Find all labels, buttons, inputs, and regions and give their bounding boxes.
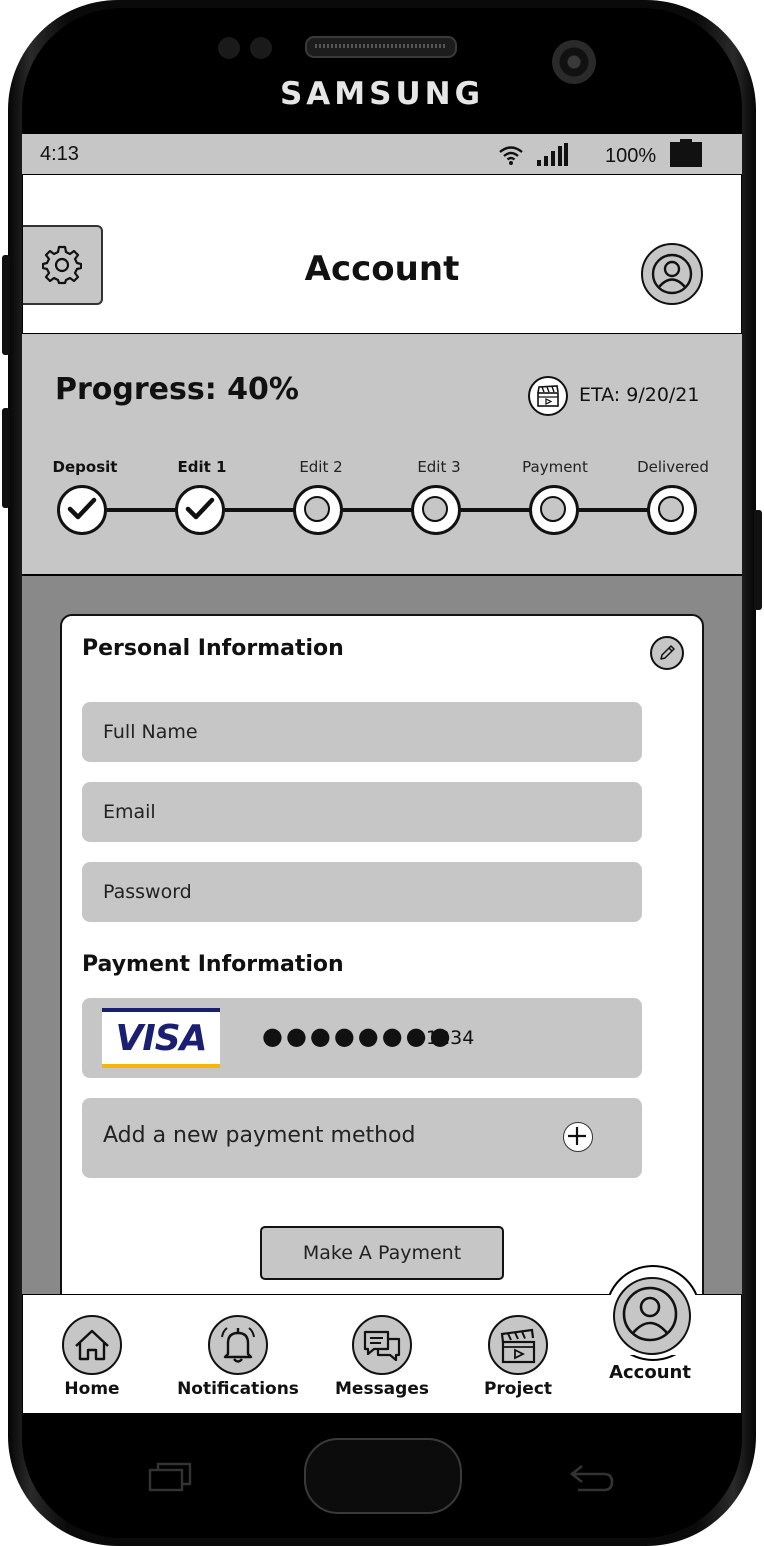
brand-logo: SAMSUNG [279, 76, 485, 112]
signal-icon [537, 143, 568, 166]
masked-card-number: ●●●●●●●● [262, 1022, 454, 1050]
step-dot [304, 496, 330, 522]
step-connector [461, 508, 533, 512]
step-dot [540, 496, 566, 522]
step-delivered-pending [647, 485, 697, 535]
nav-account[interactable] [613, 1277, 691, 1355]
nav-home[interactable]: Home [32, 1295, 152, 1413]
step-payment-pending [529, 485, 579, 535]
step-label-edit-3: Edit 3 [417, 458, 461, 476]
step-deposit-complete [57, 485, 107, 535]
home-key[interactable] [304, 1438, 462, 1514]
account-card: Personal Information Full Name Email Pas… [60, 614, 704, 1338]
step-connector [343, 508, 415, 512]
step-label-edit-2: Edit 2 [299, 458, 343, 476]
user-icon [622, 1286, 678, 1342]
eta-text: ETA: 9/20/21 [579, 384, 700, 406]
check-icon [185, 497, 215, 520]
visa-logo: VISA [102, 1008, 220, 1068]
step-connector [579, 508, 651, 512]
earpiece-speaker [305, 36, 457, 58]
power-button [754, 510, 762, 610]
clapperboard-icon [488, 1315, 548, 1375]
back-key[interactable] [566, 1460, 616, 1496]
step-edit-3-pending [411, 485, 461, 535]
step-label-edit-1: Edit 1 [177, 458, 227, 476]
plus-icon [563, 1122, 593, 1152]
step-edit-2-pending [293, 485, 343, 535]
saved-card[interactable]: VISA ●●●●●●●● 1234 [82, 998, 642, 1078]
status-time: 4:13 [40, 143, 79, 165]
full-name-field[interactable]: Full Name [82, 702, 642, 762]
user-icon [651, 253, 693, 295]
card-last4: 1234 [426, 1027, 475, 1049]
wifi-icon [499, 146, 523, 165]
recent-apps-key[interactable] [148, 1462, 192, 1492]
home-icon [62, 1315, 122, 1375]
nav-notifications-label: Notifications [177, 1379, 299, 1399]
personal-info-title: Personal Information [82, 636, 344, 661]
nav-notifications[interactable]: Notifications [177, 1295, 299, 1413]
check-icon [67, 497, 97, 520]
bixby-button [2, 408, 10, 508]
battery-icon [670, 139, 702, 167]
progress-panel: Progress: 40% ETA: 9/20/21 Deposit Edit … [22, 334, 742, 576]
screen: 4:13 100% Account Progress: 40% ETA: 9/2… [22, 134, 742, 1414]
step-connector [107, 508, 179, 512]
password-field[interactable]: Password [82, 862, 642, 922]
battery-percent: 100% [605, 145, 657, 167]
eta-clapperboard-badge [528, 376, 568, 416]
email-field[interactable]: Email [82, 782, 642, 842]
pencil-icon [660, 645, 675, 660]
bell-icon [208, 1315, 268, 1375]
step-connector [225, 508, 297, 512]
add-payment-method-label: Add a new payment method [103, 1123, 416, 1148]
app-header: Account [22, 174, 742, 334]
step-label-payment: Payment [522, 458, 588, 476]
clapperboard-icon [537, 385, 559, 407]
make-payment-button[interactable]: Make A Payment [260, 1226, 504, 1280]
payment-info-title: Payment Information [82, 952, 344, 977]
step-dot [422, 496, 448, 522]
page-title: Account [304, 249, 460, 289]
step-label-delivered: Delivered [637, 458, 709, 476]
add-payment-method-button[interactable]: Add a new payment method [82, 1098, 642, 1178]
nav-messages[interactable]: Messages [322, 1295, 442, 1413]
step-edit-1-complete [175, 485, 225, 535]
light-sensor [250, 37, 272, 59]
volume-button [2, 255, 10, 355]
nav-project[interactable]: Project [458, 1295, 578, 1413]
status-bar: 4:13 100% [22, 134, 742, 174]
progress-label: Progress: 40% [55, 372, 299, 407]
proximity-sensor [218, 37, 240, 59]
step-dot [658, 496, 684, 522]
chat-icon [352, 1315, 412, 1375]
step-label-deposit: Deposit [52, 458, 118, 476]
profile-avatar-button[interactable] [641, 243, 703, 305]
nav-home-label: Home [64, 1379, 120, 1399]
nav-account-label: Account [609, 1362, 691, 1383]
edit-personal-info-button[interactable] [650, 636, 684, 670]
